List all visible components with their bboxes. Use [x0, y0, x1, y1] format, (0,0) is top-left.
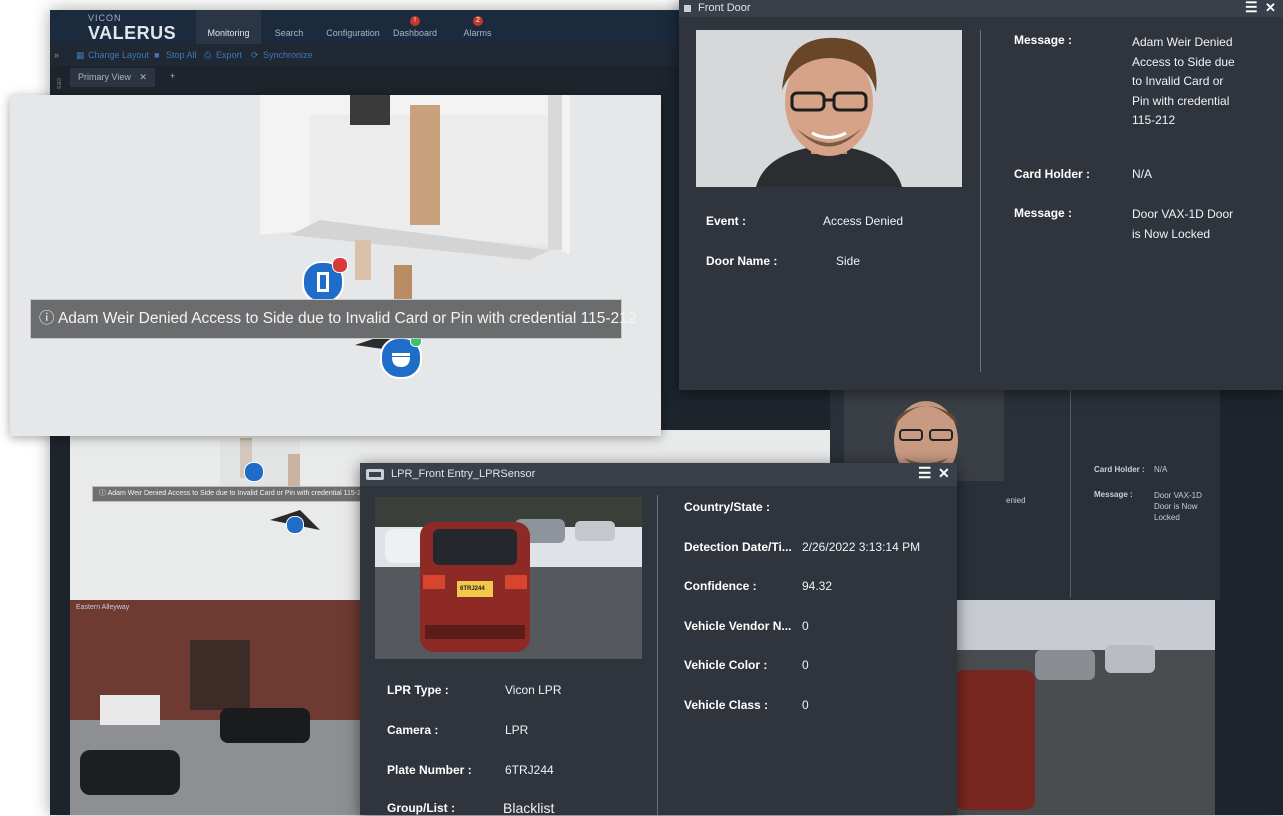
- background-map-tooltip-text: Adam Weir Denied Access to Side due to I…: [107, 490, 369, 497]
- message-value: Adam Weir Denied Access to Side due to I…: [1132, 35, 1235, 127]
- lpr-type-label: LPR Type :: [387, 683, 449, 697]
- panel-divider: [657, 495, 658, 815]
- side-panel-label: ces: [54, 78, 62, 89]
- group-list-label: Group/List :: [387, 801, 455, 815]
- card-holder-value: N/A: [1132, 167, 1153, 181]
- background-message2-value: Door VAX-1D Door is Now Locked: [1154, 491, 1202, 522]
- close-icon[interactable]: ✕: [938, 465, 950, 482]
- nav-tab-configuration[interactable]: Configuration: [318, 10, 388, 44]
- lpr-title-bar[interactable]: LPR_Front Entry_LPRSensor ☰ ✕: [360, 463, 957, 486]
- vehicle-snapshot-illustration: [375, 497, 642, 659]
- country-state-label: Country/State :: [684, 500, 771, 514]
- info-icon: ⓘ: [99, 490, 106, 497]
- front-door-event-window: Front Door ☰ ✕ Event : Access Denied Doo…: [679, 0, 1283, 390]
- stop-all-button[interactable]: Stop All: [166, 50, 197, 60]
- layout-grid-icon: ▦: [76, 50, 85, 60]
- lpr-sensor-icon: [366, 469, 384, 480]
- camera-value: LPR: [505, 723, 529, 737]
- export-button[interactable]: Export: [216, 50, 242, 60]
- export-icon: ⎙: [204, 50, 212, 60]
- detection-date-label: Detection Date/Ti...: [684, 540, 792, 554]
- add-tab-button[interactable]: +: [170, 71, 175, 81]
- info-icon: ⓘ: [39, 310, 55, 327]
- person-photo-illustration: [696, 30, 962, 187]
- front-door-title-bar[interactable]: Front Door ☰ ✕: [679, 0, 1283, 17]
- nav-tab-search[interactable]: Search: [264, 10, 314, 44]
- parking-scene-illustration: [955, 600, 1215, 815]
- tab-close-icon[interactable]: ✕: [139, 72, 147, 82]
- vehicle-color-value: 0: [802, 658, 809, 672]
- door-status-message-label: Message :: [1014, 206, 1073, 220]
- background-map-tooltip: ⓘ Adam Weir Denied Access to Side due to…: [92, 486, 390, 502]
- window-icon: [684, 5, 691, 12]
- floor-map-view[interactable]: ⓘ Adam Weir Denied Access to Side due to…: [10, 95, 661, 436]
- event-label: Event :: [706, 214, 747, 228]
- alarm-count-badge: 2: [473, 16, 483, 26]
- panel-divider: [980, 30, 981, 372]
- tab-primary-view[interactable]: Primary View ✕: [70, 68, 155, 87]
- menu-icon[interactable]: ☰: [1245, 0, 1258, 16]
- group-list-value: Blacklist: [503, 800, 555, 816]
- background-card-holder-value: N/A: [1154, 465, 1168, 474]
- feed-close-icon[interactable]: ✕: [1197, 602, 1205, 613]
- photo-plate-text: 6TRJ244: [460, 586, 485, 592]
- tab-primary-view-label: Primary View: [78, 72, 131, 82]
- brand-vicon: VICON: [88, 13, 122, 23]
- background-card-holder-label: Card Holder :: [1094, 465, 1145, 474]
- lpr-title: LPR_Front Entry_LPRSensor: [391, 468, 536, 480]
- view-tab-bar: Primary View ✕ +: [70, 68, 670, 88]
- change-layout-button[interactable]: Change Layout: [88, 50, 149, 60]
- confidence-value: 94.32: [802, 579, 833, 593]
- lpr-vehicle-snapshot: 6TRJ244: [375, 497, 642, 659]
- vehicle-vendor-label: Vehicle Vendor N...: [684, 619, 792, 633]
- door-name-value: Side: [836, 254, 861, 268]
- door-name-label: Door Name :: [706, 254, 778, 268]
- feed-menu-icon[interactable]: ☰: [1183, 602, 1191, 613]
- door-pin-icon[interactable]: [244, 462, 264, 482]
- stop-all-icon: ■: [154, 50, 160, 60]
- camera-label: Eastern Alleyway: [76, 604, 130, 611]
- map-event-tooltip: ⓘ Adam Weir Denied Access to Side due to…: [30, 299, 636, 339]
- expand-sidebar-icon[interactable]: »: [54, 50, 59, 60]
- plate-number-value: 6TRJ244: [505, 763, 554, 777]
- vehicle-color-label: Vehicle Color :: [684, 658, 768, 672]
- synchronize-button[interactable]: Synchronize: [263, 50, 313, 60]
- camera-feed-parking[interactable]: ☰ ✕: [955, 600, 1215, 815]
- message-label: Message :: [1014, 33, 1073, 47]
- background-partial-text: enied: [1006, 496, 1026, 505]
- lpr-event-window: LPR_Front Entry_LPRSensor ☰ ✕ 6TRJ244 LP…: [360, 463, 957, 816]
- event-value: Access Denied: [823, 214, 904, 228]
- detection-date-value: 2/26/2022 3:13:14 PM: [802, 540, 921, 554]
- lpr-type-value: Vicon LPR: [505, 683, 562, 697]
- door-status-message-value: Door VAX-1D Door is Now Locked: [1132, 207, 1234, 241]
- confidence-label: Confidence :: [684, 579, 757, 593]
- card-holder-label: Card Holder :: [1014, 167, 1091, 181]
- alarm-indicator-icon: [332, 257, 348, 273]
- nav-tab-monitoring[interactable]: Monitoring: [196, 10, 261, 44]
- map-tooltip-text: Adam Weir Denied Access to Side due to I…: [57, 310, 637, 327]
- camera-feed-eastern-alleyway[interactable]: Eastern Alleyway: [70, 600, 360, 815]
- brand-valerus: VALERUS: [88, 23, 177, 43]
- synchronize-icon: ⟳: [251, 50, 259, 60]
- background-message-label: Message :: [1094, 490, 1133, 499]
- camera-label: Camera :: [387, 723, 439, 737]
- dashboard-alert-icon: !: [410, 16, 420, 26]
- front-door-title: Front Door: [698, 2, 751, 14]
- alleyway-scene-illustration: [70, 600, 360, 815]
- close-icon[interactable]: ✕: [1265, 0, 1276, 16]
- menu-icon[interactable]: ☰: [918, 464, 931, 482]
- card-holder-photo: [696, 30, 962, 187]
- camera-pin-icon[interactable]: [286, 516, 304, 534]
- vehicle-class-label: Vehicle Class :: [684, 698, 769, 712]
- vehicle-class-value: 0: [802, 698, 809, 712]
- vehicle-vendor-value: 0: [802, 619, 809, 633]
- plate-number-label: Plate Number :: [387, 763, 472, 777]
